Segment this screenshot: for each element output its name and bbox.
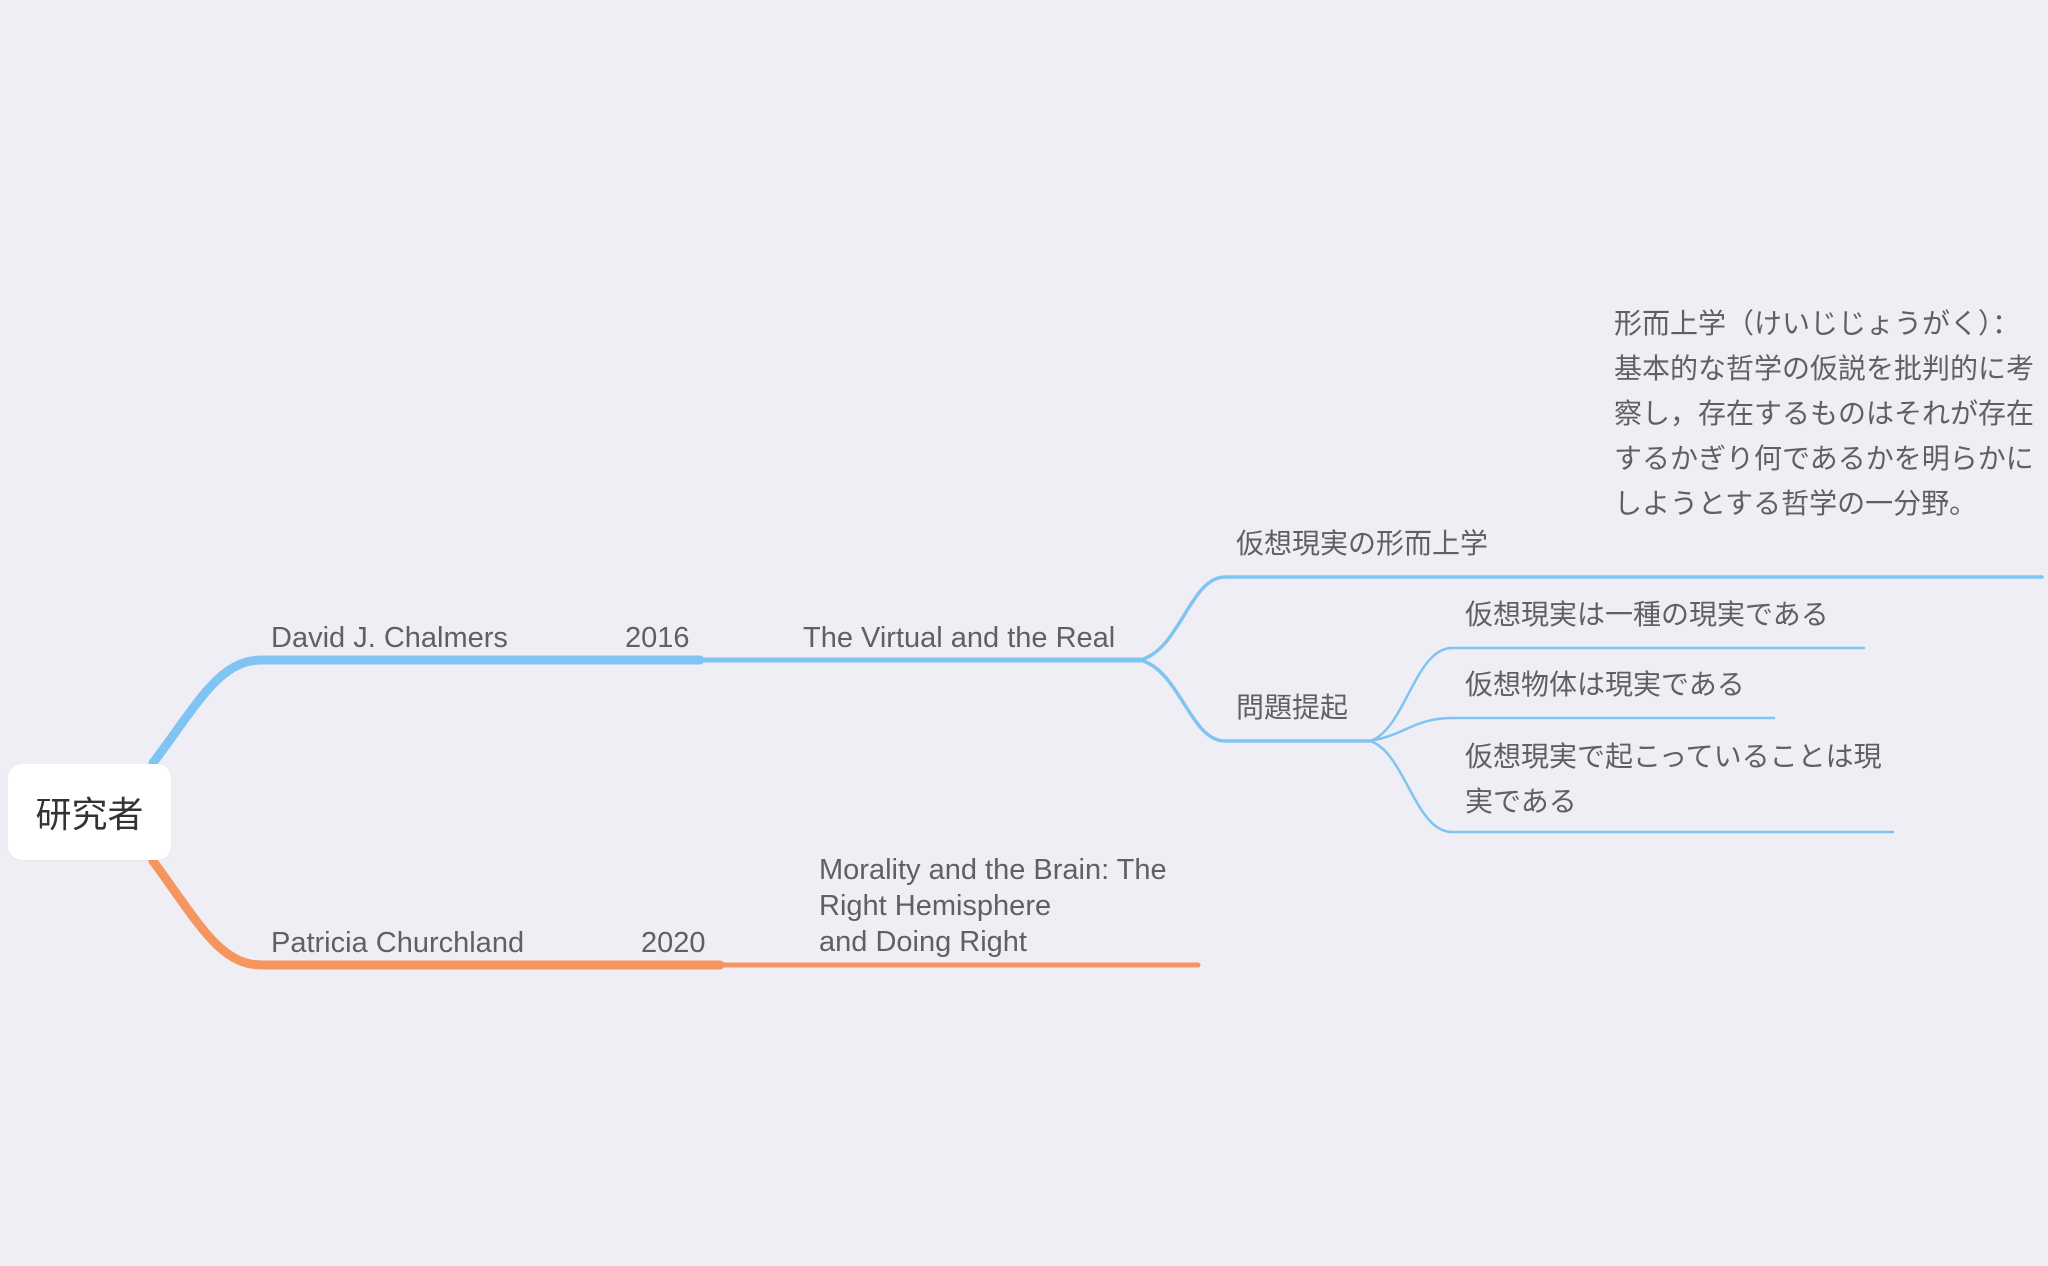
node-metaphysics-note[interactable]: 形而上学（けいじじょうがく）：基本的な哲学の仮説を批判的に考察し，存在するものは…	[1614, 301, 2036, 526]
node-topic-problem[interactable]: 問題提起	[1236, 690, 1348, 726]
work-title-line-3: and Doing Right	[819, 926, 1027, 958]
work-title-line-1: Morality and the Brain: The	[819, 854, 1167, 886]
root-label: 研究者	[35, 795, 144, 836]
node-topic-metaphysics[interactable]: 仮想現実の形而上学	[1236, 526, 1488, 562]
node-problem-item-2[interactable]: 仮想物体は現実である	[1465, 667, 1745, 703]
node-researcher-churchland[interactable]: Patricia Churchland	[271, 925, 524, 961]
work-title-line-2: Right Hemisphere	[819, 890, 1052, 922]
node-work-morality-brain[interactable]: Morality and the Brain: The Right Hemisp…	[819, 852, 1167, 960]
node-problem-item-1[interactable]: 仮想現実は一種の現実である	[1465, 597, 1829, 633]
connector-root-chalmers	[148, 655, 705, 768]
root-node[interactable]: 研究者	[8, 764, 171, 860]
node-work-virtual-real[interactable]: The Virtual and the Real	[803, 620, 1115, 656]
node-year-2020[interactable]: 2020	[641, 925, 706, 961]
node-year-2016[interactable]: 2016	[625, 620, 690, 656]
node-problem-item-3[interactable]: 仮想現実で起こっていることは現実である	[1465, 734, 1890, 824]
node-researcher-chalmers[interactable]: David J. Chalmers	[271, 620, 508, 656]
